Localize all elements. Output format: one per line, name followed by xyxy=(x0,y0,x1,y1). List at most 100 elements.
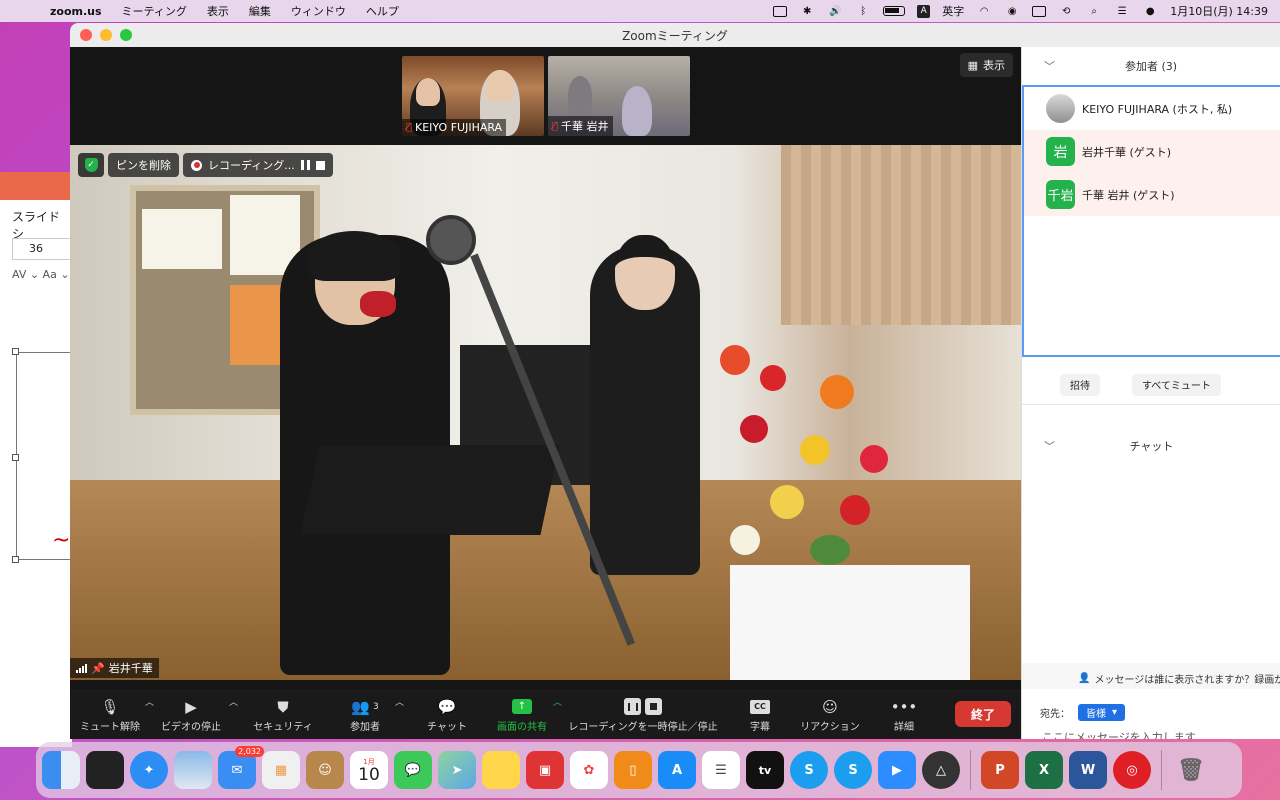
participant-row[interactable]: KEIYO FUJIHARA (ホスト, 私) xyxy=(1024,87,1280,130)
battery-icon[interactable] xyxy=(883,6,906,16)
active-speaker-video[interactable]: ✓ ピンを削除 レコーディング... 📌 岩井千華 xyxy=(70,145,1021,680)
participant-row[interactable]: 千岩 千華 岩井 (ゲスト) xyxy=(1024,173,1280,216)
menu-view[interactable]: 表示 xyxy=(197,3,239,19)
launchpad-icon[interactable]: ▦ xyxy=(262,751,300,789)
menu-edit[interactable]: 編集 xyxy=(239,3,281,19)
to-label: 宛先： xyxy=(1040,709,1070,720)
encryption-shield-button[interactable]: ✓ xyxy=(78,153,104,177)
end-meeting-button[interactable]: 終了 xyxy=(955,701,1011,727)
captions-button[interactable]: CC 字幕 xyxy=(740,689,780,739)
mission-control-icon[interactable] xyxy=(86,751,124,789)
chat-label: チャット xyxy=(427,721,467,733)
format-icons[interactable]: AV ⌄ Aa ⌄ xyxy=(12,268,70,281)
flower xyxy=(740,415,768,443)
antivirus-icon[interactable]: ◎ xyxy=(1113,751,1151,789)
chevron-up-icon[interactable]: ︿ xyxy=(145,695,154,708)
skype-icon[interactable]: S xyxy=(790,751,828,789)
chat-message-input[interactable]: ここにメッセージを入力します... xyxy=(1042,729,1206,739)
menu-datetime[interactable]: 1月10日(月) 14:39 xyxy=(1170,3,1268,19)
notes-icon[interactable] xyxy=(482,751,520,789)
chat-button[interactable]: 💬 チャット xyxy=(422,689,472,739)
pause-icon[interactable] xyxy=(624,698,641,715)
invite-button[interactable]: 招待 xyxy=(1060,373,1100,396)
menu-app-name[interactable]: zoom.us xyxy=(40,5,112,18)
resize-handle[interactable] xyxy=(12,556,19,563)
close-window-button[interactable] xyxy=(80,29,92,41)
stop-video-button[interactable]: ▶ ビデオの停止 ︿ xyxy=(156,689,238,739)
unpin-button[interactable]: ピンを削除 xyxy=(108,153,179,177)
spotlight-search-icon[interactable]: ⌕ xyxy=(1086,5,1102,17)
recording-controls-button[interactable]: レコーディングを一時停止／停止 xyxy=(568,689,718,739)
resize-handle[interactable] xyxy=(12,454,19,461)
recipient-select[interactable]: 皆様 ▾ xyxy=(1078,704,1126,721)
resize-handle[interactable] xyxy=(12,348,19,355)
time-machine-icon[interactable]: ⟲ xyxy=(1058,5,1074,17)
fullscreen-window-button[interactable] xyxy=(120,29,132,41)
input-mode-label[interactable]: 英字 xyxy=(942,3,964,19)
more-button[interactable]: ••• 詳細 xyxy=(884,689,924,739)
participant-thumbnail[interactable]: 🎙̸ KEIYO FUJIHARA xyxy=(402,56,544,136)
safari-icon[interactable]: ✦ xyxy=(130,751,168,789)
zoom-icon[interactable]: ▶ xyxy=(878,751,916,789)
finder-icon[interactable] xyxy=(42,751,80,789)
photo-booth-icon[interactable]: ▣ xyxy=(526,751,564,789)
stop-recording-icon[interactable] xyxy=(315,160,325,170)
chevron-up-icon[interactable]: ︿ xyxy=(395,695,404,708)
security-button[interactable]: ⛊ セキュリティ xyxy=(248,689,318,739)
siri-icon[interactable]: ● xyxy=(1142,5,1158,17)
calendar-icon[interactable]: 1月 10 xyxy=(350,751,388,789)
menu-help[interactable]: ヘルプ xyxy=(356,3,409,19)
participants-button[interactable]: 👥 3 参加者 ︿ xyxy=(338,689,404,739)
recording-label: レコーディングを一時停止／停止 xyxy=(568,721,718,733)
wifi-icon[interactable]: ◠ xyxy=(976,5,992,17)
view-button[interactable]: ▦ 表示 xyxy=(959,53,1013,77)
camera-status-icon[interactable] xyxy=(773,5,788,17)
mute-all-button[interactable]: すべてミュート xyxy=(1132,373,1221,396)
font-size-field[interactable]: 36 xyxy=(12,238,72,260)
bluetooth-icon[interactable]: ᛒ xyxy=(855,5,871,17)
photos-icon[interactable]: ✿ xyxy=(570,751,608,789)
prism-icon[interactable]: △ xyxy=(922,751,960,789)
chevron-down-icon[interactable]: ﹀ xyxy=(1044,58,1055,74)
excel-icon[interactable]: X xyxy=(1025,751,1063,789)
menu-meeting[interactable]: ミーティング xyxy=(112,3,197,19)
chevron-down-icon[interactable]: ﹀ xyxy=(1044,438,1055,454)
user-icon[interactable]: ◉ xyxy=(1004,5,1020,17)
preview-icon[interactable] xyxy=(174,751,212,789)
skype-alt-icon[interactable]: S xyxy=(834,751,872,789)
contacts-icon[interactable]: ☺ xyxy=(306,751,344,789)
books-icon[interactable]: ▯ xyxy=(614,751,652,789)
reactions-button[interactable]: ☺ リアクション xyxy=(792,689,868,739)
powerpoint-icon[interactable]: P xyxy=(981,751,1019,789)
unmute-button[interactable]: 🎙 ミュート解除 ︿ xyxy=(78,689,154,739)
apple-tv-icon[interactable]: tv xyxy=(746,751,784,789)
input-source-icon[interactable]: A xyxy=(917,4,931,18)
app-store-icon[interactable]: A xyxy=(658,751,696,789)
control-center-icon[interactable]: ☰ xyxy=(1114,5,1130,17)
mail-icon[interactable]: ✉ 2,032 xyxy=(218,746,264,789)
recording-indicator[interactable]: レコーディング... xyxy=(183,153,333,177)
ellipsis-icon: ••• xyxy=(890,697,918,716)
smiley-icon: ☺ xyxy=(822,697,838,716)
chevron-up-icon[interactable]: ︿ xyxy=(553,695,562,708)
share-screen-button[interactable]: ↑ 画面の共有 ︿ xyxy=(494,689,562,739)
participant-thumbnail[interactable]: 🎙̸ 千華 岩井 xyxy=(548,56,690,136)
maps-icon[interactable]: ➤ xyxy=(438,751,476,789)
menu-window[interactable]: ウィンドウ xyxy=(281,3,356,19)
participant-row[interactable]: 岩 岩井千華 (ゲスト) xyxy=(1024,130,1280,173)
pause-recording-icon[interactable] xyxy=(300,160,310,170)
flower xyxy=(770,485,804,519)
chat-visibility-note[interactable]: 👤 メッセージは誰に表示されますか？録画が xyxy=(1078,671,1280,686)
participant-name: KEIYO FUJIHARA (ホスト, 私) xyxy=(1082,102,1233,116)
settings-status-icon[interactable]: ✱ xyxy=(799,5,815,17)
volume-icon[interactable]: 🔊 xyxy=(827,5,843,17)
trash-icon[interactable]: 🗑 xyxy=(1172,751,1210,789)
slides-tab[interactable]: スライド シ xyxy=(12,208,72,242)
memory-icon[interactable] xyxy=(1032,5,1047,17)
chevron-up-icon[interactable]: ︿ xyxy=(229,695,238,708)
minimize-window-button[interactable] xyxy=(100,29,112,41)
stop-icon[interactable] xyxy=(645,698,662,715)
messages-icon[interactable]: 💬 xyxy=(394,751,432,789)
word-icon[interactable]: W xyxy=(1069,751,1107,789)
reminders-icon[interactable]: ☰ xyxy=(702,751,740,789)
